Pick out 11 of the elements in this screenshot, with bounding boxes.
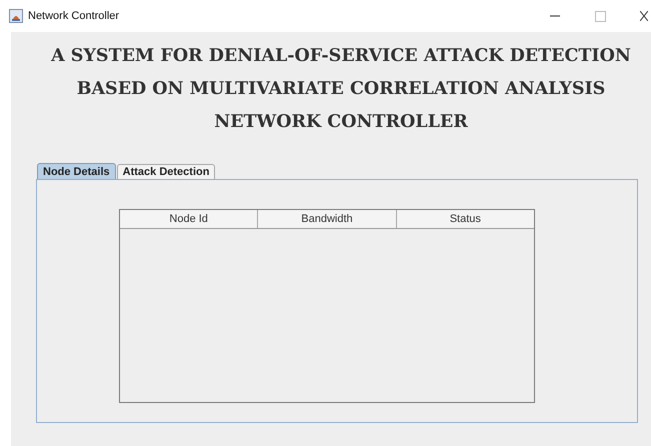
tab[interactable]: Node Details bbox=[37, 163, 116, 179]
column-header[interactable]: Bandwidth bbox=[258, 210, 397, 228]
app-icon bbox=[9, 9, 23, 23]
heading-line: BASED ON MULTIVARIATE CORRELATION ANALYSIS bbox=[76, 78, 606, 101]
tab[interactable]: Attack Detection bbox=[116, 164, 216, 179]
window-title: Network Controller bbox=[28, 10, 120, 22]
close-icon[interactable] bbox=[640, 11, 648, 21]
column-header[interactable]: Status bbox=[396, 210, 534, 228]
heading-line: NETWORK CONTROLLER bbox=[213, 111, 468, 134]
column-header[interactable]: Node Id bbox=[120, 210, 258, 228]
heading-line: A SYSTEM FOR DENIAL-OF-SERVICE ATTACK DETECTION bbox=[50, 45, 631, 68]
